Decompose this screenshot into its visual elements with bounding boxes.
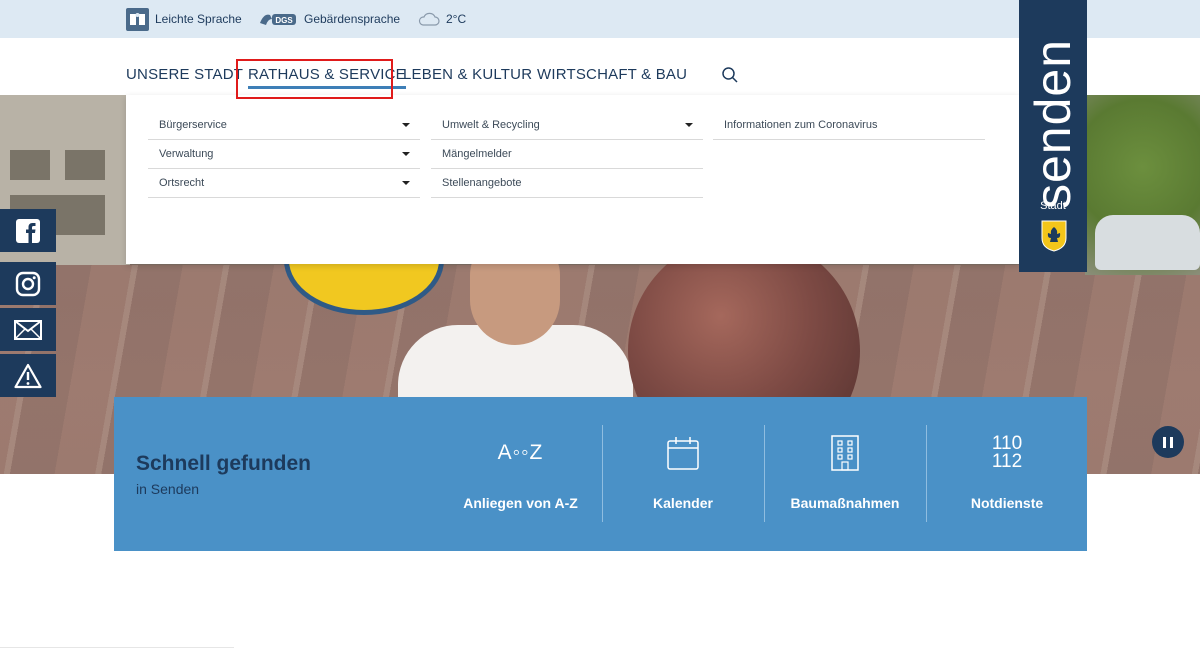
nav-wirtschaft-bau[interactable]: WIRTSCHAFT & BAU	[537, 66, 687, 83]
building-icon	[765, 433, 925, 473]
tile-kalender[interactable]: Kalender	[602, 425, 763, 522]
nav-leben-kultur[interactable]: LEBEN & KULTUR	[403, 66, 532, 83]
menu-item-label: Umwelt & Recycling	[442, 119, 540, 131]
menu-item-ortsrecht[interactable]: Ortsrecht	[148, 169, 420, 198]
sign-language-icon: DGS	[258, 9, 298, 29]
menu-item-verwaltung[interactable]: Verwaltung	[148, 140, 420, 169]
menu-item-label: Mängelmelder	[442, 148, 512, 160]
search-icon[interactable]	[721, 66, 739, 84]
facebook-link[interactable]	[0, 209, 56, 252]
mail-icon	[14, 319, 42, 340]
quick-find-title: Schnell gefunden	[136, 452, 312, 475]
city-logo[interactable]: senden Stadt	[1019, 0, 1087, 272]
menu-item-umwelt-recycling[interactable]: Umwelt & Recycling	[431, 111, 703, 140]
mail-link[interactable]	[0, 308, 56, 351]
tile-label: Kalender	[653, 495, 713, 511]
a-z-icon: A◦◦Z	[497, 441, 544, 464]
menu-item-stellenangebote[interactable]: Stellenangebote	[431, 169, 703, 198]
warning-link[interactable]	[0, 354, 56, 397]
menu-item-label: Ortsrecht	[159, 177, 205, 189]
easy-language-link[interactable]: Leichte Sprache	[126, 0, 242, 38]
weather-temperature: 2°C	[446, 12, 467, 26]
cloud-icon	[418, 11, 440, 27]
instagram-link[interactable]	[0, 262, 56, 305]
hero-car	[1095, 215, 1200, 270]
mega-menu: Bürgerservice Verwaltung Ortsrecht Umwel…	[126, 95, 1019, 264]
tile-label: Baumaßnahmen	[790, 495, 900, 511]
menu-item-maengelmelder[interactable]: Mängelmelder	[431, 140, 703, 169]
pause-icon	[1163, 436, 1166, 448]
quick-find-subtitle: in Senden	[136, 481, 200, 497]
facebook-icon	[16, 218, 40, 243]
quick-find-panel: Schnell gefunden in Senden A◦◦Z Anliegen…	[114, 397, 1087, 551]
tile-label: Notdienste	[970, 495, 1044, 511]
emergency-numbers-icon: 110 112	[991, 433, 1023, 472]
caret-down-icon[interactable]	[402, 181, 410, 185]
caret-down-icon[interactable]	[685, 123, 693, 127]
easy-language-label: Leichte Sprache	[155, 12, 242, 26]
nav-active-highlight	[236, 59, 393, 99]
menu-item-label: Informationen zum Coronavirus	[724, 119, 878, 131]
sign-language-link[interactable]: DGS Gebärdensprache	[258, 0, 400, 38]
coat-of-arms-icon	[1041, 220, 1067, 252]
weather: 2°C	[418, 0, 466, 38]
divider	[0, 647, 234, 648]
tile-baumassnahmen[interactable]: Baumaßnahmen	[764, 425, 925, 522]
menu-item-label: Bürgerservice	[159, 119, 227, 131]
sign-language-label: Gebärdensprache	[304, 12, 401, 26]
menu-item-coronavirus[interactable]: Informationen zum Coronavirus	[713, 111, 985, 140]
slider-pause-button[interactable]	[1152, 426, 1184, 458]
warning-icon	[14, 363, 42, 388]
menu-item-buergerservice[interactable]: Bürgerservice	[148, 111, 420, 140]
logo-subtitle: Stadt	[1040, 200, 1066, 212]
tile-label: Anliegen von A-Z	[463, 495, 578, 511]
calendar-icon	[603, 433, 763, 473]
tile-anliegen-a-z[interactable]: A◦◦Z Anliegen von A-Z	[440, 425, 601, 522]
menu-item-label: Stellenangebote	[442, 177, 522, 189]
caret-down-icon[interactable]	[402, 152, 410, 156]
dgs-badge-text: DGS	[275, 16, 293, 25]
instagram-icon	[15, 271, 41, 296]
nav-unsere-stadt[interactable]: UNSERE STADT	[126, 66, 243, 83]
easy-language-icon	[126, 7, 149, 31]
tile-notdienste[interactable]: 110 112 Notdienste	[926, 425, 1087, 522]
menu-item-label: Verwaltung	[159, 148, 214, 160]
logo-wordmark: senden	[1025, 38, 1081, 210]
caret-down-icon[interactable]	[402, 123, 410, 127]
